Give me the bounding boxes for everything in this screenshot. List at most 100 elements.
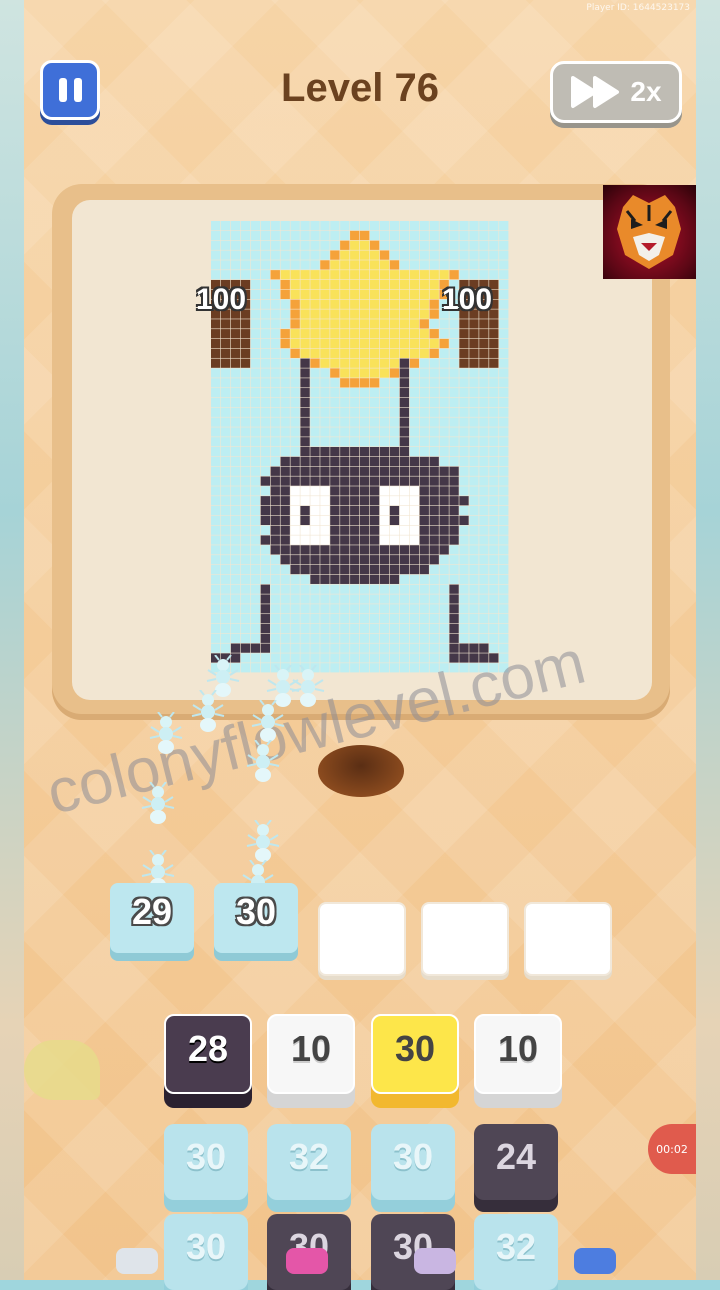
pixel-cell xyxy=(350,476,360,486)
pixel-cell xyxy=(260,417,270,427)
pixel-cell xyxy=(230,515,241,526)
pixel-cell xyxy=(340,397,350,408)
pixel-cell xyxy=(449,574,459,584)
pixel-cell xyxy=(369,643,380,653)
pixel-cell xyxy=(399,407,410,417)
pixel-cell xyxy=(489,250,499,260)
pixel-cell xyxy=(369,348,380,358)
pixel-cell xyxy=(270,535,280,545)
pixel-cell xyxy=(459,260,469,270)
pixel-cell xyxy=(280,643,290,653)
pixel-cell xyxy=(360,329,370,339)
pixel-cell xyxy=(469,368,479,378)
pixel-cell xyxy=(389,309,400,319)
pixel-cell xyxy=(240,604,251,614)
pixel-cell xyxy=(360,319,370,329)
pixel-cell xyxy=(439,574,449,584)
pixel-cell xyxy=(379,289,390,300)
pixel-cell xyxy=(499,221,509,231)
pixel-cell xyxy=(409,437,419,447)
pixel-cell xyxy=(409,594,419,604)
pixel-cell xyxy=(489,437,499,447)
pixel-cell xyxy=(409,338,419,349)
pixel-cell xyxy=(419,230,429,241)
pixel-cell xyxy=(489,564,499,575)
pixel-cell xyxy=(350,466,360,476)
number-tile[interactable]: 30 xyxy=(164,1124,248,1200)
pixel-cell xyxy=(409,240,419,250)
pixel-cell xyxy=(270,447,280,457)
pixel-cell xyxy=(300,279,310,290)
number-tile[interactable]: 30 xyxy=(371,1124,455,1200)
number-tile[interactable]: 24 xyxy=(474,1124,558,1200)
pixel-cell xyxy=(330,299,340,309)
pixel-cell xyxy=(399,319,410,329)
pixel-cell xyxy=(250,279,261,290)
pixel-cell xyxy=(419,338,429,349)
pixel-cell xyxy=(260,329,270,339)
shuffle-booster-icon[interactable] xyxy=(574,1248,616,1274)
pixel-cell xyxy=(270,486,280,496)
pixel-cell xyxy=(320,378,330,388)
pixel-cell xyxy=(310,299,320,309)
pixel-cell xyxy=(429,368,439,378)
pixel-cell xyxy=(429,574,439,584)
pixel-cell xyxy=(330,270,340,280)
number-tile[interactable]: 10 xyxy=(267,1014,355,1094)
pixel-cell xyxy=(459,407,469,417)
pixel-cell xyxy=(379,368,390,378)
number-tile[interactable]: 10 xyxy=(474,1014,562,1094)
pixel-cell xyxy=(230,466,241,476)
pixel-cell xyxy=(211,417,221,427)
pixel-cell xyxy=(449,643,459,653)
pixel-cell xyxy=(369,574,380,584)
pixel-cell xyxy=(270,338,280,349)
pixel-cell xyxy=(280,535,290,545)
pixel-cell xyxy=(270,289,280,300)
pixel-cell xyxy=(270,260,280,270)
pixel-cell xyxy=(260,299,270,309)
pixel-cell xyxy=(260,505,270,516)
pixel-cell xyxy=(419,388,429,398)
pixel-cell xyxy=(330,230,340,241)
pixel-cell xyxy=(419,299,429,309)
pixel-cell xyxy=(409,466,419,476)
pixel-cell xyxy=(399,368,410,378)
pixel-cell xyxy=(320,240,330,250)
eraser-booster-icon[interactable] xyxy=(116,1248,158,1274)
pixel-cell xyxy=(340,368,350,378)
magnet-booster-icon[interactable] xyxy=(286,1248,328,1274)
speed-button[interactable]: 2x xyxy=(550,61,682,123)
pixel-cell xyxy=(211,614,221,624)
pixel-cell xyxy=(379,643,390,653)
pixel-cell xyxy=(489,594,499,604)
number-tile[interactable]: 30 xyxy=(371,1014,459,1094)
pixel-cell xyxy=(330,594,340,604)
number-tile[interactable]: 28 xyxy=(164,1014,252,1094)
pixel-cell xyxy=(499,486,509,496)
pixel-cell xyxy=(499,319,509,329)
pixel-cell xyxy=(399,623,410,634)
number-tile[interactable]: 32 xyxy=(267,1124,351,1200)
pixel-cell xyxy=(360,270,370,280)
pixel-cell xyxy=(389,447,400,457)
pixel-cell xyxy=(439,368,449,378)
pixel-cell xyxy=(409,427,419,437)
pixel-cell xyxy=(489,417,499,427)
pixel-cell xyxy=(320,456,330,467)
pixel-cell xyxy=(360,299,370,309)
pixel-cell xyxy=(280,260,290,270)
pixel-cell xyxy=(489,447,499,457)
pixel-cell xyxy=(220,417,231,427)
pixel-cell xyxy=(409,456,419,467)
pixel-cell xyxy=(389,584,400,594)
pixel-cell xyxy=(250,505,261,516)
pixel-cell xyxy=(389,535,400,545)
pixel-cell xyxy=(320,466,330,476)
potion-booster-icon[interactable] xyxy=(414,1248,456,1274)
pixel-cell xyxy=(220,270,231,280)
pixel-cell xyxy=(439,250,449,260)
pixel-cell xyxy=(439,604,449,614)
pixel-cell xyxy=(320,299,330,309)
pixel-cell xyxy=(320,564,330,575)
